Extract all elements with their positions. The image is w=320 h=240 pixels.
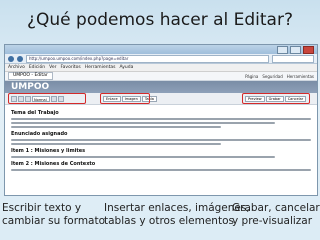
close-icon[interactable] (303, 45, 314, 54)
callout-line: tablas y otros elementos (104, 215, 234, 227)
browser-tools: Página Seguridad Herramientas (245, 74, 314, 79)
browser-tab[interactable]: UMPOO - Editar (8, 72, 53, 80)
browser-window: http://umpoo.umpoo.com/index.php?page=ed… (4, 44, 318, 196)
callout-line: Insertar enlaces, imágenes, (104, 202, 250, 214)
section-title: Item 1 : Misiones y limites (11, 148, 86, 154)
minimize-icon[interactable] (277, 45, 288, 54)
callout-insert: Insertar enlaces, imágenes, tablas y otr… (104, 202, 250, 228)
text-line (11, 118, 311, 120)
text-line (11, 143, 221, 145)
app-header: UMPOO (5, 81, 317, 93)
menu-item-ver[interactable]: Ver (49, 65, 56, 70)
back-icon[interactable] (8, 55, 14, 62)
menu-item-edicion[interactable]: Edición (29, 65, 45, 70)
text-line (11, 126, 221, 128)
text-line (11, 139, 311, 141)
menu-item-ayuda[interactable]: Ayuda (119, 65, 133, 70)
callout-line: Escribir texto y (2, 202, 82, 214)
browser-menubar: Archivo Edición Ver Favoritos Herramient… (5, 64, 317, 72)
callout-line: Grabar, cancelar (232, 202, 320, 214)
window-titlebar (5, 45, 317, 54)
text-line (11, 156, 275, 158)
callout-actions: Grabar, cancelar y pre-visualizar (232, 202, 320, 228)
actions-highlight (242, 93, 310, 104)
maximize-icon[interactable] (290, 45, 301, 54)
callout-format: Escribir texto y cambiar su formato (2, 202, 105, 228)
editor-content[interactable]: Tema del Trabajo Enunciado asignado Item… (5, 105, 317, 173)
format-highlight (8, 93, 86, 104)
section-title: Tema del Trabajo (11, 110, 59, 116)
callout-line: cambiar su formato (2, 215, 106, 227)
address-bar: http://umpoo.umpoo.com/index.php?page=ed… (5, 54, 317, 64)
slide-title: ¿Qué podemos hacer al Editar? (27, 10, 293, 30)
url-field[interactable]: http://umpoo.umpoo.com/index.php?page=ed… (26, 54, 269, 63)
tool-pagina[interactable]: Página (245, 74, 258, 79)
menu-item-favoritos[interactable]: Favoritos (60, 65, 80, 70)
menu-item-archivo[interactable]: Archivo (8, 65, 25, 70)
insert-highlight (100, 93, 150, 104)
text-line (11, 122, 275, 124)
editor-toolbar: Normal Enlace Imagen Tabla Preview Graba… (5, 93, 317, 105)
tool-herramientas[interactable]: Herramientas (287, 74, 314, 79)
menu-item-herramientas[interactable]: Herramientas (85, 65, 116, 70)
browser-search-input[interactable] (272, 54, 314, 63)
text-line (11, 169, 311, 171)
browser-tabbar: UMPOO - Editar Página Seguridad Herramie… (5, 72, 317, 81)
section-title: Item 2 : Misiones de Contexto (11, 161, 96, 167)
forward-icon[interactable] (17, 55, 23, 62)
callout-line: y pre-visualizar (232, 215, 313, 227)
section-title: Enunciado asignado (11, 131, 68, 137)
tool-seguridad[interactable]: Seguridad (262, 74, 282, 79)
